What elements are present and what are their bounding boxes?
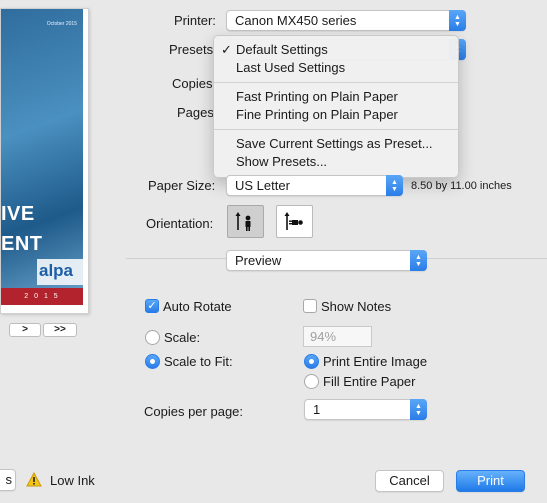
section-select[interactable]: Preview ▲ ▼	[226, 250, 427, 271]
fill-entire-paper-radio[interactable]	[304, 374, 319, 389]
menu-item-last-used-settings[interactable]: Last Used Settings	[214, 59, 458, 77]
print-button[interactable]: Print	[456, 470, 525, 492]
auto-rotate-checkbox[interactable]: ✓	[145, 299, 159, 313]
presets-label: Presets	[169, 42, 214, 57]
menu-separator	[214, 82, 458, 83]
fill-entire-paper-label: Fill Entire Paper	[323, 374, 416, 389]
portrait-person-icon	[235, 211, 250, 231]
copies-per-page-label: Copies per page:	[144, 404, 244, 419]
preview-year-band: 2 0 1 5	[1, 288, 83, 305]
copies-per-page-value: 1	[313, 402, 321, 417]
copies-per-page-select[interactable]: 1 ▲ ▼	[304, 399, 427, 420]
updown-chevron-icon: ▲▼	[449, 10, 466, 31]
last-page-button[interactable]: >>	[43, 323, 77, 337]
paper-size-select[interactable]: US Letter ▲ ▼	[226, 175, 403, 196]
show-notes-checkbox[interactable]	[303, 299, 317, 313]
landscape-person-icon	[284, 211, 303, 230]
menu-item-show-presets[interactable]: Show Presets...	[214, 153, 458, 171]
menu-item-default-settings[interactable]: ✓ Default Settings	[214, 41, 458, 59]
menu-item-fast-printing[interactable]: Fast Printing on Plain Paper	[214, 88, 458, 106]
printer-label: Printer:	[174, 13, 216, 28]
menu-item-label: Fast Printing on Plain Paper	[236, 89, 398, 104]
presets-menu: ✓ Default Settings Last Used Settings Fa…	[213, 35, 459, 178]
menu-item-label: Fine Printing on Plain Paper	[236, 107, 398, 122]
checkmark-icon: ✓	[221, 42, 232, 57]
preview-date-text: October 2015	[46, 21, 77, 27]
page-preview-thumbnail: October 2015 IVE ENT alpa 2 0 1 5	[0, 8, 89, 314]
paper-size-value: US Letter	[235, 178, 290, 193]
low-ink-label: Low Ink	[50, 473, 95, 488]
copies-label: Copies	[172, 76, 213, 91]
landscape-orientation-button[interactable]	[276, 205, 313, 238]
help-button-label: s	[5, 472, 13, 487]
menu-item-label: Save Current Settings as Preset...	[236, 136, 433, 151]
paper-size-label: Paper Size:	[148, 178, 216, 193]
preview-headline-line1: IVE	[1, 203, 35, 225]
menu-item-save-preset[interactable]: Save Current Settings as Preset...	[214, 135, 458, 153]
menu-item-label: Last Used Settings	[236, 60, 346, 75]
scale-to-fit-radio[interactable]	[145, 354, 160, 369]
scale-radio[interactable]	[145, 330, 160, 345]
preview-headline-line2: ENT	[1, 233, 43, 255]
cancel-button[interactable]: Cancel	[375, 470, 444, 492]
print-entire-image-radio[interactable]	[304, 354, 319, 369]
updown-chevron-icon: ▲▼	[410, 399, 427, 420]
preview-artwork: October 2015 IVE ENT alpa 2 0 1 5	[1, 9, 83, 305]
paper-dimensions: 8.50 by 11.00 inches	[411, 180, 512, 192]
printer-select[interactable]: Canon MX450 series ▲ ▼	[226, 10, 466, 31]
section-select-value: Preview	[235, 253, 282, 268]
help-button[interactable]: s	[0, 469, 16, 491]
menu-separator	[214, 129, 458, 130]
auto-rotate-label: Auto Rotate	[163, 299, 232, 314]
updown-chevron-icon: ▲▼	[386, 175, 403, 196]
scale-label: Scale:	[164, 330, 201, 345]
print-entire-image-label: Print Entire Image	[323, 354, 428, 369]
pages-label: Pages	[177, 105, 214, 120]
updown-chevron-icon: ▲▼	[410, 250, 427, 271]
scale-percent-field[interactable]: 94%	[303, 326, 372, 347]
warning-icon	[26, 472, 42, 487]
preview-brand-logo: alpa	[37, 259, 83, 285]
portrait-orientation-button[interactable]	[227, 205, 264, 238]
menu-item-label: Default Settings	[236, 42, 328, 57]
printer-select-value: Canon MX450 series	[235, 13, 357, 28]
scale-to-fit-label: Scale to Fit:	[164, 354, 233, 369]
menu-item-label: Show Presets...	[236, 154, 328, 169]
menu-item-fine-printing[interactable]: Fine Printing on Plain Paper	[214, 106, 458, 124]
show-notes-label: Show Notes	[321, 299, 392, 314]
next-page-button[interactable]: >	[9, 323, 41, 337]
orientation-label: Orientation:	[146, 216, 214, 231]
